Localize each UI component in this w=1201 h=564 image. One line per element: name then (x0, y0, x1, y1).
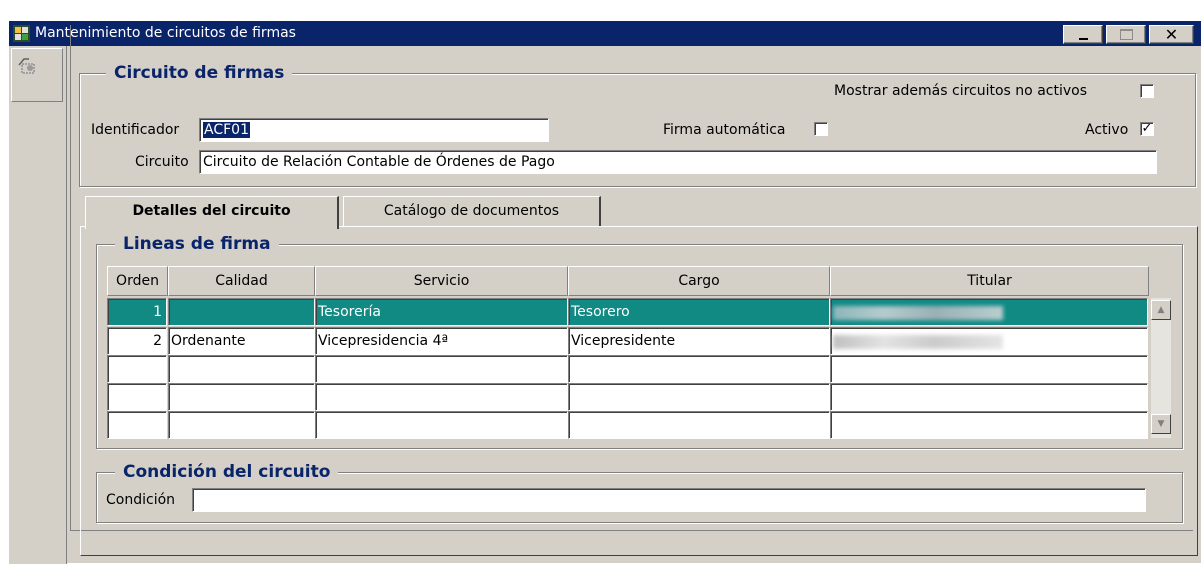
cell-servicio[interactable]: Vicepresidencia 4ª (315, 327, 568, 355)
tool-button[interactable] (11, 48, 63, 102)
circuito-value: Circuito de Relación Contable de Órdenes… (203, 154, 555, 170)
tab-detalles[interactable]: Detalles del circuito (85, 196, 339, 229)
activo-label: Activo (1085, 122, 1129, 138)
redacted-name (833, 306, 1003, 320)
grid-scrollbar[interactable]: ▲ ▼ (1151, 298, 1171, 438)
firma-automatica-label: Firma automática (663, 122, 786, 138)
cell-orden[interactable] (107, 411, 167, 439)
column-header-cargo[interactable]: Cargo (568, 266, 830, 296)
cell-calidad[interactable] (168, 298, 315, 326)
activo-checkbox[interactable]: ✓ (1140, 122, 1154, 136)
cell-orden[interactable] (107, 383, 167, 411)
identificador-value: ACF01 (203, 122, 250, 138)
cell-orden[interactable]: 1 (107, 298, 167, 326)
tab-detalles-label: Detalles del circuito (132, 203, 291, 219)
tab-catalogo-label: Catálogo de documentos (383, 203, 560, 219)
cell-cargo[interactable]: Vicepresidente (568, 327, 830, 355)
circuito-legend: Circuito de firmas (106, 63, 293, 83)
cell-calidad[interactable] (168, 411, 315, 439)
check-icon: ✓ (1141, 121, 1153, 136)
cell-cargo[interactable] (568, 383, 830, 411)
cell-cargo[interactable]: Tesorero (568, 298, 830, 326)
lineas-legend: Lineas de firma (115, 234, 279, 254)
identificador-label: Identificador (91, 122, 180, 138)
cell-calidad[interactable]: Ordenante (168, 327, 315, 355)
show-inactive-label: Mostrar además circuitos no activos (834, 83, 1087, 99)
cell-servicio[interactable]: Tesorería (315, 298, 568, 326)
cell-titular[interactable] (830, 383, 1148, 411)
show-inactive-checkbox[interactable] (1140, 84, 1154, 98)
cell-calidad[interactable] (168, 355, 315, 383)
column-header-calidad[interactable]: Calidad (168, 266, 315, 296)
toolbar-panel (9, 46, 67, 564)
column-header-servicio[interactable]: Servicio (315, 266, 568, 296)
scroll-down-icon[interactable]: ▼ (1151, 414, 1171, 434)
app-icon (13, 25, 30, 42)
cell-titular[interactable] (830, 411, 1148, 439)
redacted-name (833, 335, 1003, 349)
scroll-up-icon[interactable]: ▲ (1151, 300, 1171, 320)
circuito-input[interactable]: Circuito de Relación Contable de Órdenes… (199, 150, 1157, 174)
cell-cargo[interactable] (568, 355, 830, 383)
tool-icon (18, 58, 35, 74)
condicion-label: Condición (106, 492, 176, 508)
cell-calidad[interactable] (168, 383, 315, 411)
cell-orden[interactable]: 2 (107, 327, 167, 355)
cell-servicio[interactable] (315, 355, 568, 383)
cell-titular[interactable] (830, 327, 1148, 355)
identificador-input[interactable]: ACF01 (199, 118, 549, 142)
cell-servicio[interactable] (315, 411, 568, 439)
firma-automatica-checkbox[interactable] (814, 122, 828, 136)
column-header-orden[interactable]: Orden (107, 266, 168, 296)
cell-cargo[interactable] (568, 411, 830, 439)
cell-servicio[interactable] (315, 383, 568, 411)
cell-titular[interactable] (830, 298, 1148, 326)
circuito-label: Circuito (135, 154, 189, 170)
column-header-titular[interactable]: Titular (830, 266, 1149, 296)
condicion-input[interactable] (192, 488, 1146, 512)
cell-titular[interactable] (830, 355, 1148, 383)
tab-catalogo[interactable]: Catálogo de documentos (343, 196, 601, 226)
condicion-legend: Condición del circuito (115, 462, 339, 482)
cell-orden[interactable] (107, 355, 167, 383)
